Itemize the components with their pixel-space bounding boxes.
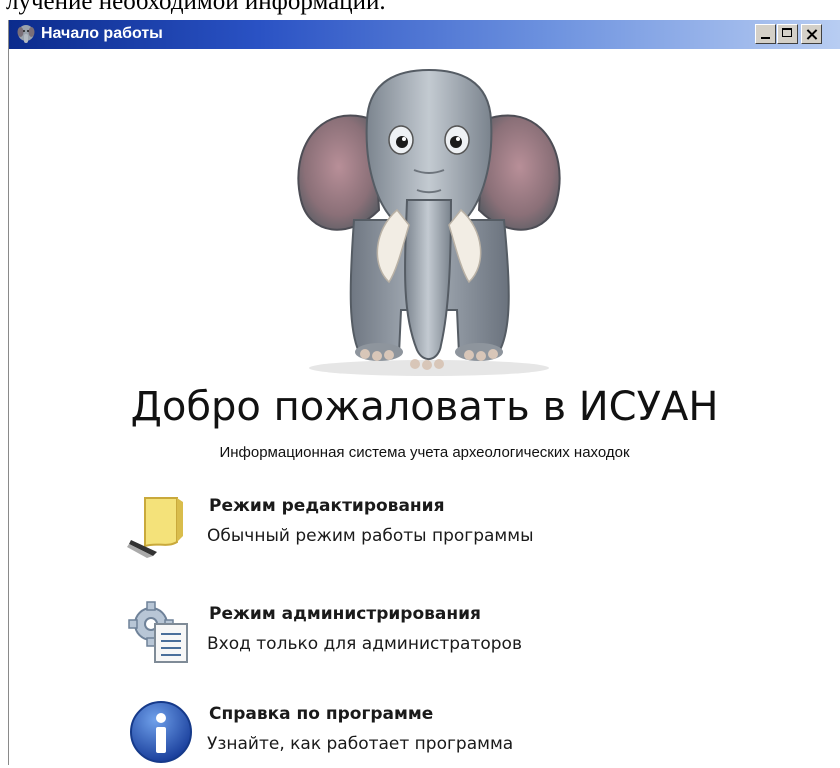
window-title: Начало работы — [41, 25, 163, 42]
elephant-logo — [297, 68, 561, 376]
admin-mode-option[interactable]: Режим администрирования Вход только для … — [127, 598, 687, 668]
edit-mode-description: Обычный режим работы программы — [207, 526, 534, 546]
help-label: Справка по программе — [209, 704, 434, 724]
gear-document-icon — [128, 601, 188, 663]
app-icon — [17, 25, 35, 43]
edit-mode-option[interactable]: Режим редактирования Обычный режим работ… — [127, 490, 687, 560]
notepad-pencil-icon — [127, 497, 183, 558]
help-option[interactable]: Справка по программе Узнайте, как работа… — [127, 698, 687, 768]
welcome-title: Добро пожаловать в ИСУАН — [130, 384, 719, 430]
title-bar[interactable]: Начало работы — [9, 20, 840, 49]
info-icon — [130, 701, 192, 763]
start-window: Начало работы Добро пожаловать в ИСУАН И… — [8, 20, 840, 765]
edit-mode-label: Режим редактирования — [209, 496, 445, 516]
help-description: Узнайте, как работает программа — [207, 734, 514, 754]
background-document-text: лучение необходимой информации. — [0, 0, 840, 20]
minimize-button[interactable] — [755, 24, 776, 44]
background-caption: лучение необходимой информации. — [6, 0, 386, 15]
admin-mode-label: Режим администрирования — [209, 604, 481, 624]
maximize-button[interactable] — [777, 24, 798, 44]
close-button[interactable] — [801, 24, 822, 44]
welcome-subtitle: Информационная система учета археологиче… — [219, 444, 630, 461]
admin-mode-description: Вход только для администраторов — [207, 634, 522, 654]
